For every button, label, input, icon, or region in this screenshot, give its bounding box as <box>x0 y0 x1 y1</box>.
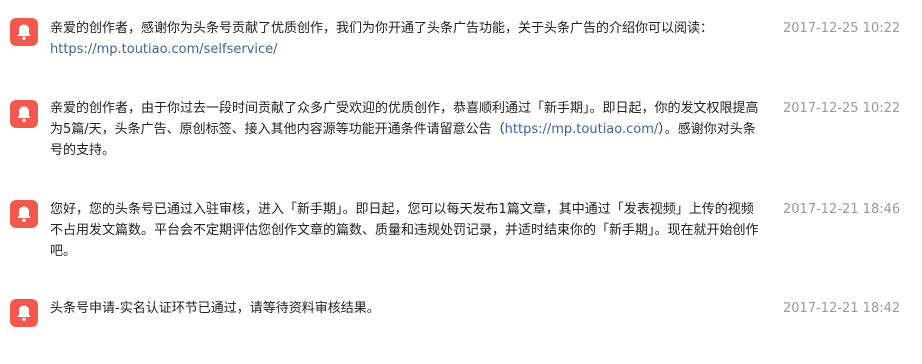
message-text: 您好，您的头条号已通过入驻审核，进入「新手期」。即日起，您可以每天发布1篇文章，… <box>50 199 762 262</box>
message-body: 您好，您的头条号已通过入驻审核，进入「新手期」。即日起，您可以每天发布1篇文章，… <box>50 202 759 259</box>
list-item: 亲爱的创作者，感谢你为头条号贡献了优质创作，我们为你开通了头条广告功能，关于头条… <box>0 0 922 90</box>
message-timestamp: 2017-12-25 10:22 <box>783 101 901 116</box>
message-text: 亲爱的创作者，感谢你为头条号贡献了优质创作，我们为你开通了头条广告功能，关于头条… <box>50 18 762 60</box>
message-timestamp: 2017-12-25 10:22 <box>783 21 901 36</box>
message-link[interactable]: https://mp.toutiao.com/ <box>505 122 659 137</box>
message-text: 头条号申请-实名认证环节已通过，请等待资料审核结果。 <box>50 298 762 319</box>
message-list: 亲爱的创作者，感谢你为头条号贡献了优质创作，我们为你开通了头条广告功能，关于头条… <box>0 0 922 364</box>
list-item: 您好，您的头条号已通过入驻审核，进入「新手期」。即日起，您可以每天发布1篇文章，… <box>0 190 922 290</box>
list-item: 亲爱的创作者，由于你过去一段时间贡献了众多广受欢迎的优质创作，恭喜顺利通过「新手… <box>0 90 922 190</box>
bell-icon <box>10 100 38 128</box>
message-timestamp: 2017-12-21 18:42 <box>783 301 901 316</box>
bell-icon <box>10 299 38 327</box>
message-body: 亲爱的创作者，感谢你为头条号贡献了优质创作，我们为你开通了头条广告功能，关于头条… <box>50 21 714 36</box>
message-text: 亲爱的创作者，由于你过去一段时间贡献了众多广受欢迎的优质创作，恭喜顺利通过「新手… <box>50 98 762 161</box>
bell-icon <box>10 200 38 228</box>
list-item: 头条号申请-实名认证环节已通过，请等待资料审核结果。 2017-12-21 18… <box>0 290 922 350</box>
scrollbar[interactable] <box>918 0 922 364</box>
message-body: 头条号申请-实名认证环节已通过，请等待资料审核结果。 <box>50 301 380 316</box>
bell-icon <box>10 18 38 46</box>
message-link[interactable]: https://mp.toutiao.com/selfservice/ <box>50 42 278 57</box>
message-timestamp: 2017-12-21 18:46 <box>783 202 901 217</box>
